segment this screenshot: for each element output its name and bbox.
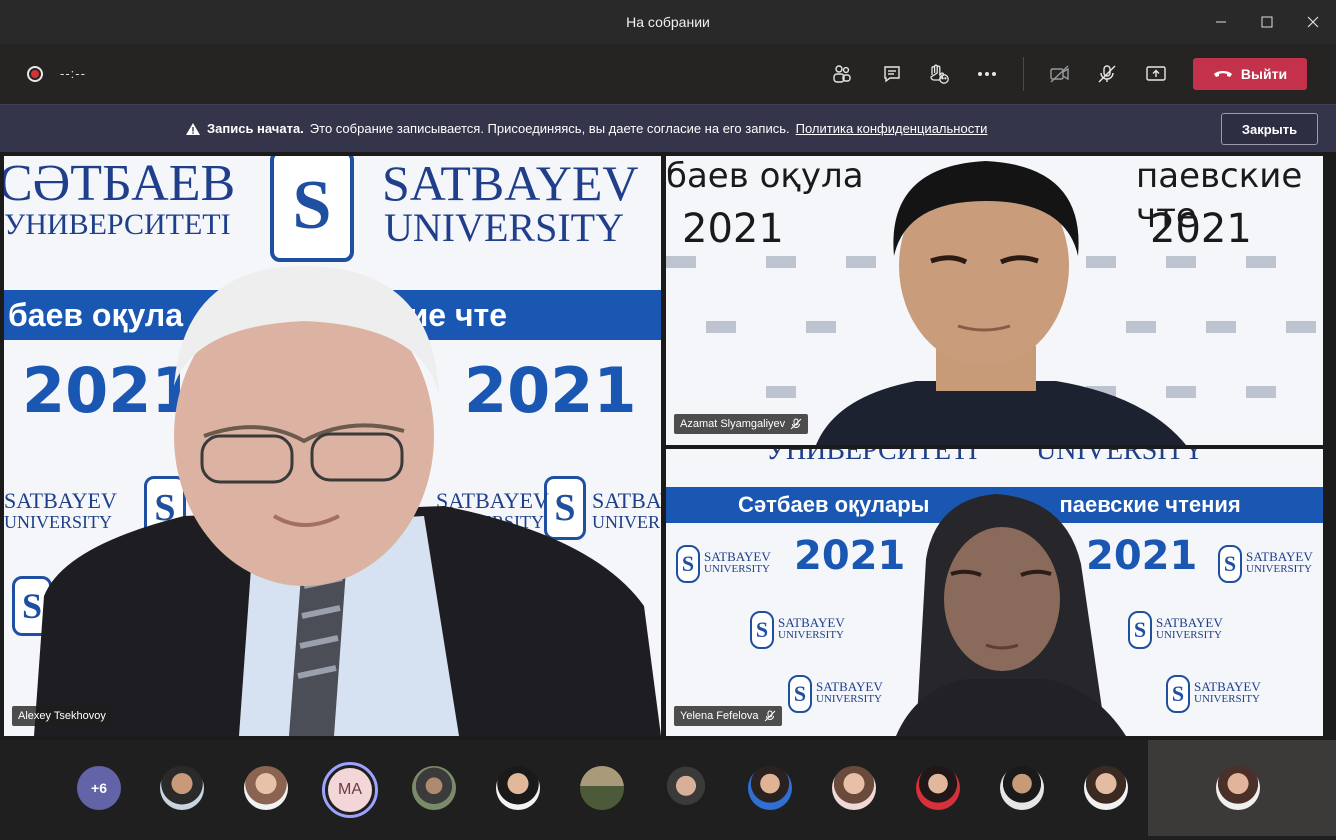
maximize-icon (1261, 16, 1273, 28)
participant-video-feed (896, 494, 1126, 736)
participant-avatar[interactable] (580, 766, 624, 810)
minimize-button[interactable] (1198, 0, 1244, 44)
close-window-button[interactable] (1290, 0, 1336, 44)
people-icon (833, 65, 851, 83)
self-view-tile[interactable] (1148, 740, 1336, 836)
mic-off-icon (790, 418, 802, 430)
meeting-toolbar: --:-- Выйти (0, 44, 1336, 104)
chat-button[interactable] (876, 58, 908, 90)
participant-avatar[interactable] (412, 766, 456, 810)
privacy-policy-link[interactable]: Политика конфиденциальности (796, 121, 988, 136)
participant-video-feed (666, 161, 1316, 445)
recording-banner: Запись начата. Это собрание записывается… (0, 104, 1336, 152)
participant-avatar[interactable] (1000, 766, 1044, 810)
recording-message: Это собрание записывается. Присоединяясь… (309, 121, 790, 136)
participant-name-tag: Azamat Slyamgaliyev (674, 414, 809, 434)
recording-started-label: Запись начата. (207, 121, 304, 136)
title-bar: На собрании (0, 0, 1336, 44)
participant-name: Yelena Fefelova (680, 710, 759, 722)
more-icon (978, 72, 996, 76)
mic-toggle-button[interactable] (1091, 58, 1123, 90)
chat-icon (884, 66, 900, 83)
leave-label: Выйти (1240, 66, 1288, 82)
participant-name: Alexey Tsekhovoy (18, 710, 106, 722)
window-controls (1198, 0, 1336, 44)
participant-avatar[interactable] (748, 766, 792, 810)
more-participants-button[interactable]: +6 (77, 766, 121, 810)
participant-name-tag: Yelena Fefelova (674, 706, 782, 726)
window-title: На собрании (626, 14, 710, 30)
mic-off-icon (764, 710, 775, 722)
video-tile-bottom-right[interactable]: УНИВЕРСИТЕТІ UNIVERSITY Сәтбаев оқулары … (666, 449, 1323, 736)
participant-strip: +6 MA (0, 740, 1336, 840)
banner-close-button[interactable]: Закрыть (1221, 113, 1318, 145)
camera-off-icon (1050, 65, 1069, 83)
leave-button[interactable]: Выйти (1193, 58, 1307, 90)
participant-avatar[interactable] (916, 766, 960, 810)
participant-avatar[interactable] (244, 766, 288, 810)
participant-name-tag: Alexey Tsekhovoy (12, 706, 112, 726)
participant-video-feed (34, 266, 661, 736)
meeting-timer: --:-- (60, 66, 86, 81)
video-stage: СӘТБАЕВ УНИВЕРСИТЕТІ S SATBAYEV UNIVERSI… (0, 152, 1336, 740)
backdrop-text: УНИВЕРСИТЕТІ (4, 208, 231, 241)
camera-toggle-button[interactable] (1044, 58, 1076, 90)
participant-avatar-active[interactable]: MA (322, 762, 378, 818)
participant-avatar[interactable] (496, 766, 540, 810)
share-screen-icon (1146, 66, 1166, 81)
backdrop-text: UNIVERSITY (384, 205, 624, 250)
participant-avatar[interactable] (664, 766, 708, 810)
raise-hand-icon (930, 64, 949, 84)
mic-off-icon (1098, 65, 1116, 83)
self-avatar (1216, 766, 1260, 810)
participant-avatar[interactable] (1084, 766, 1128, 810)
recording-notice: Запись начата. Это собрание записывается… (185, 121, 987, 136)
participant-avatar[interactable] (160, 766, 204, 810)
participant-initials: MA (328, 768, 372, 812)
participant-name: Azamat Slyamgaliyev (680, 418, 786, 430)
video-tile-main[interactable]: СӘТБАЕВ УНИВЕРСИТЕТІ S SATBAYEV UNIVERSI… (4, 156, 661, 736)
participant-avatar[interactable] (832, 766, 876, 810)
recording-indicator-icon (27, 66, 43, 82)
share-screen-button[interactable] (1140, 58, 1172, 90)
maximize-button[interactable] (1244, 0, 1290, 44)
close-icon (1307, 16, 1319, 28)
reactions-button[interactable] (922, 58, 954, 90)
participants-button[interactable] (826, 58, 858, 90)
hang-up-icon (1213, 71, 1232, 77)
more-actions-button[interactable] (971, 58, 1003, 90)
toolbar-separator (1023, 57, 1024, 91)
backdrop-text: СӘТБАЕВ (4, 156, 236, 212)
minimize-icon (1216, 21, 1226, 23)
university-logo-icon: S (270, 156, 354, 262)
video-tile-top-right[interactable]: баев оқула паевские чте 2021 2021 Azamat… (666, 156, 1323, 445)
warning-icon (186, 122, 200, 135)
